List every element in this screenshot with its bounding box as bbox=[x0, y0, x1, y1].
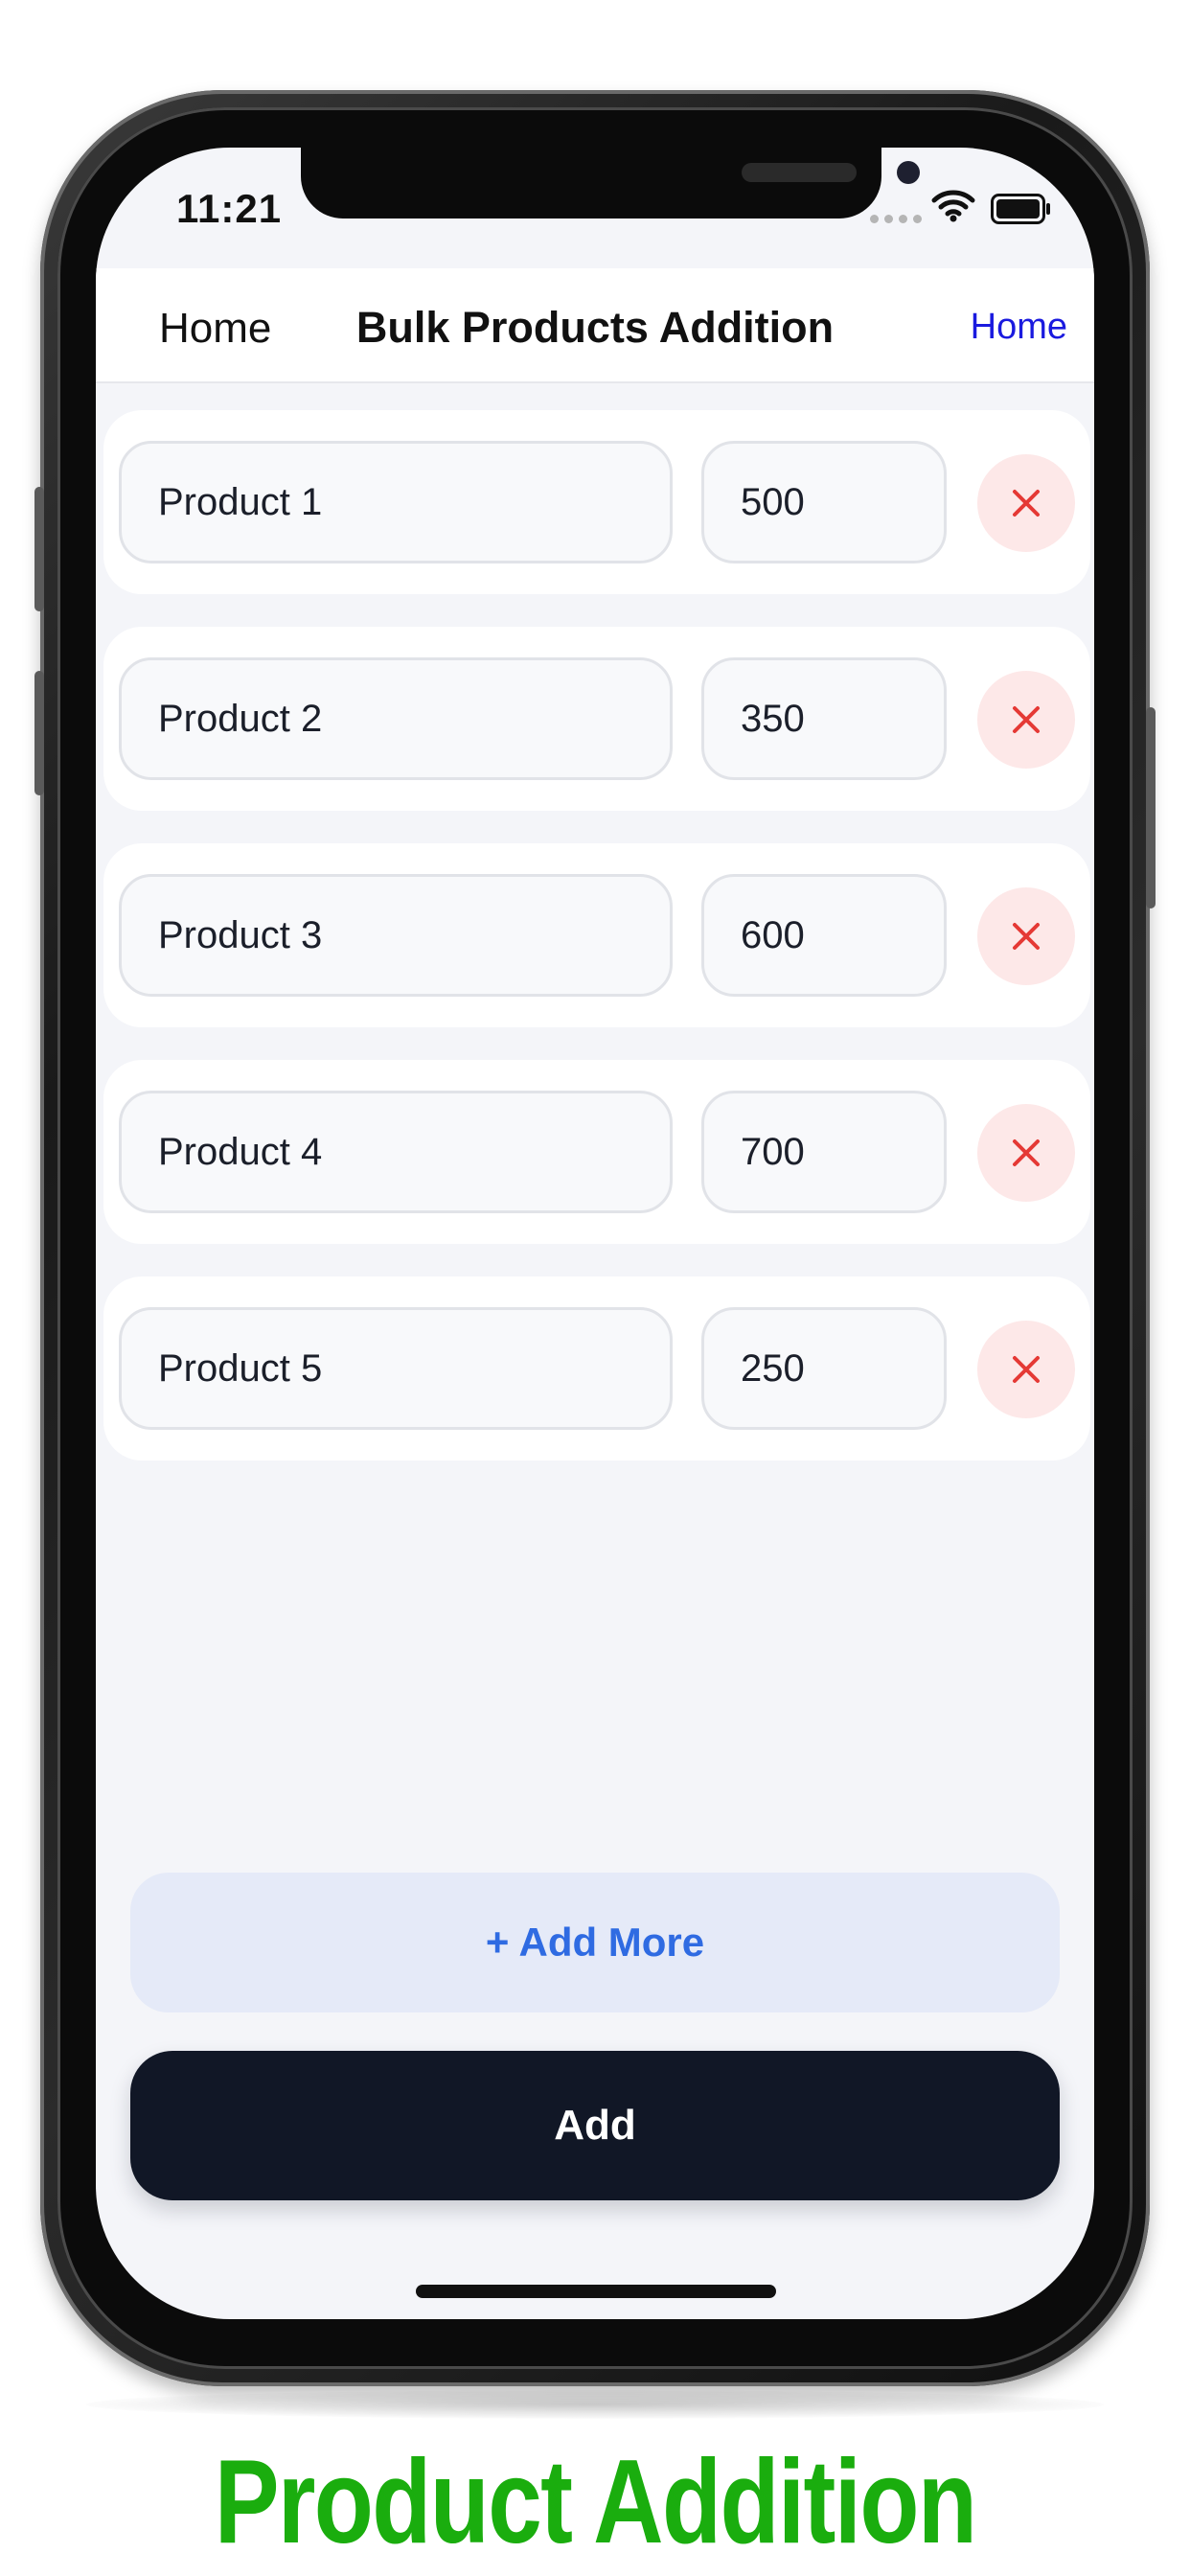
page-title: Bulk Products Addition bbox=[355, 303, 835, 352]
product-quantity-input[interactable]: 350 bbox=[701, 657, 947, 780]
wifi-icon bbox=[931, 190, 975, 222]
front-camera bbox=[897, 161, 920, 184]
home-link[interactable]: Home bbox=[971, 307, 1067, 348]
product-quantity-input[interactable]: 250 bbox=[701, 1307, 947, 1430]
product-row: Product 3 600 bbox=[103, 843, 1090, 1027]
close-icon bbox=[1013, 490, 1040, 517]
close-icon bbox=[1013, 1139, 1040, 1166]
device-shadow bbox=[86, 2390, 1104, 2419]
close-icon bbox=[1013, 706, 1040, 733]
promo-caption: Product Addition bbox=[214, 2436, 977, 2568]
add-more-button[interactable]: + Add More bbox=[130, 1873, 1060, 2012]
home-indicator bbox=[416, 2285, 776, 2298]
product-name-input[interactable]: Product 3 bbox=[119, 874, 673, 997]
battery-icon bbox=[991, 194, 1050, 224]
volume-button bbox=[34, 671, 44, 795]
product-name-input[interactable]: Product 4 bbox=[119, 1091, 673, 1213]
status-time: 11:21 bbox=[176, 186, 283, 231]
close-icon bbox=[1013, 923, 1040, 950]
product-row: Product 5 250 bbox=[103, 1276, 1090, 1460]
navigation-bar: Home Bulk Products Addition Home bbox=[96, 268, 1094, 383]
remove-row-button[interactable] bbox=[977, 1104, 1075, 1202]
signal-icon bbox=[870, 215, 922, 223]
remove-row-button[interactable] bbox=[977, 454, 1075, 552]
mute-switch bbox=[34, 487, 44, 611]
product-quantity-input[interactable]: 500 bbox=[701, 441, 947, 564]
phone-screen: 11:21 Home Bulk Products Addition Home P… bbox=[96, 148, 1094, 2319]
power-button bbox=[1146, 707, 1156, 908]
speaker-grille bbox=[742, 163, 857, 182]
product-row: Product 2 350 bbox=[103, 627, 1090, 811]
product-row: Product 1 500 bbox=[103, 410, 1090, 594]
product-row: Product 4 700 bbox=[103, 1060, 1090, 1244]
notch bbox=[301, 148, 920, 218]
remove-row-button[interactable] bbox=[977, 1321, 1075, 1418]
add-button[interactable]: Add bbox=[130, 2051, 1060, 2200]
product-quantity-input[interactable]: 700 bbox=[701, 1091, 947, 1213]
product-name-input[interactable]: Product 1 bbox=[119, 441, 673, 564]
product-name-input[interactable]: Product 2 bbox=[119, 657, 673, 780]
close-icon bbox=[1013, 1356, 1040, 1383]
remove-row-button[interactable] bbox=[977, 887, 1075, 985]
product-name-input[interactable]: Product 5 bbox=[119, 1307, 673, 1430]
product-quantity-input[interactable]: 600 bbox=[701, 874, 947, 997]
remove-row-button[interactable] bbox=[977, 671, 1075, 769]
